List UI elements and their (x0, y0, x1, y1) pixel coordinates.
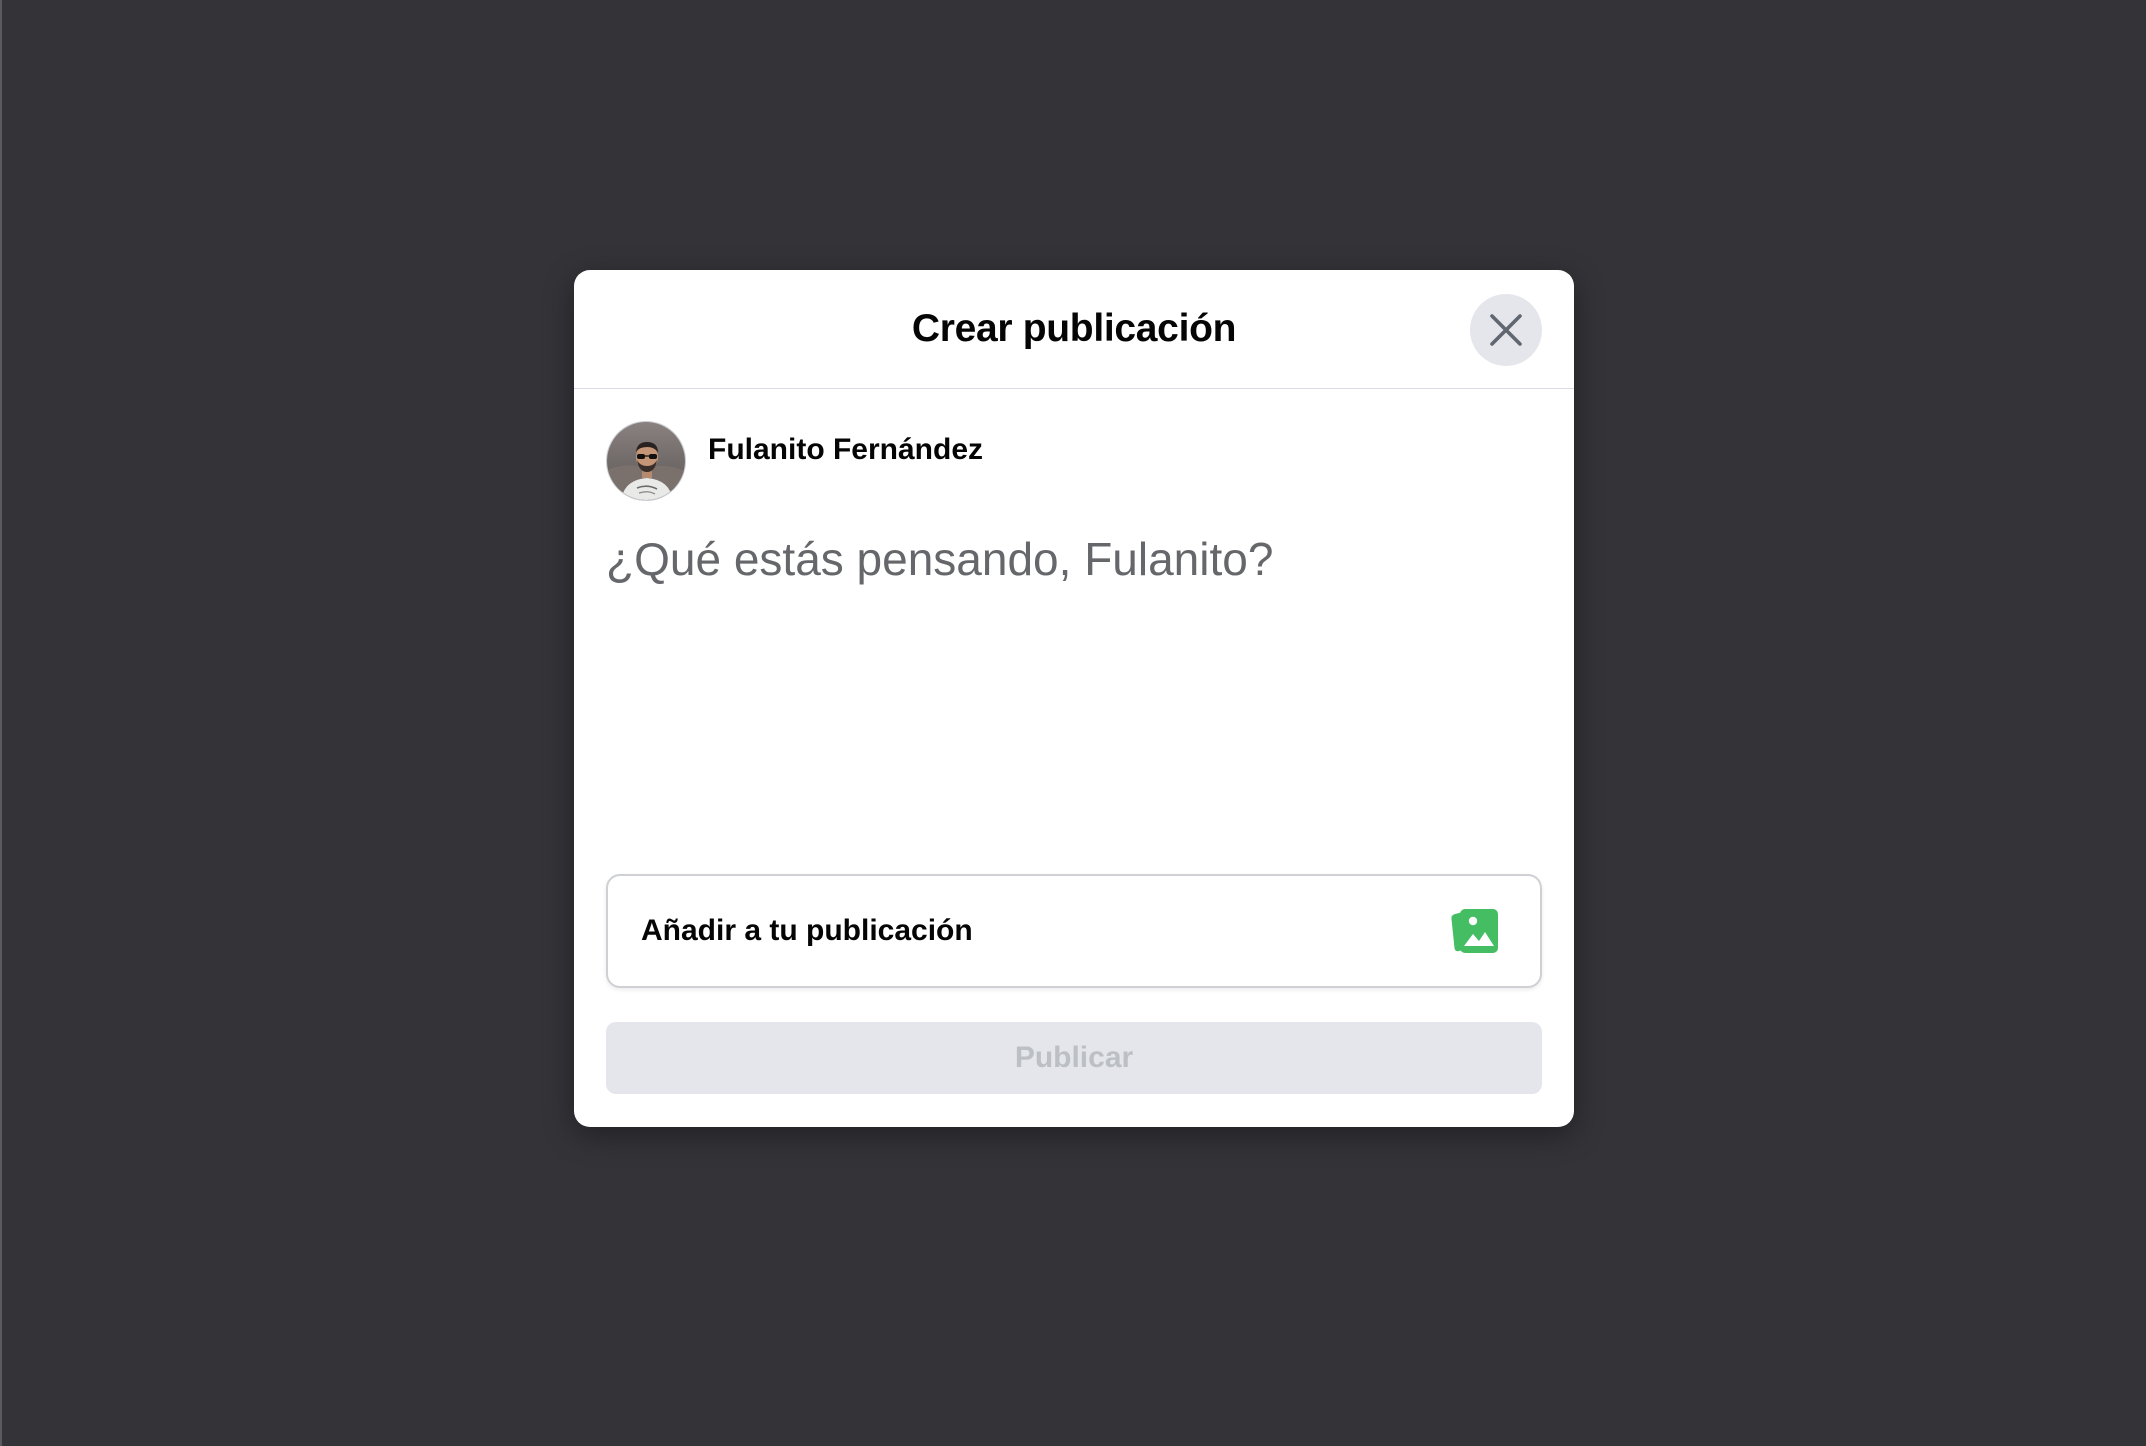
author-name: Fulanito Fernández (708, 433, 984, 466)
photo-video-icon (1451, 909, 1498, 953)
close-button[interactable] (1470, 294, 1542, 366)
avatar (606, 421, 686, 501)
user-avatar-photo (607, 422, 685, 500)
post-text-input[interactable] (606, 532, 1542, 832)
dialog-title: Crear publicación (911, 307, 1237, 350)
add-photo-button[interactable] (1446, 903, 1502, 959)
close-icon (1490, 314, 1522, 346)
window-edge (0, 0, 2, 1446)
add-to-post-label: Añadir a tu publicación (641, 914, 973, 947)
dialog-header: Crear publicación (574, 270, 1574, 389)
author-row: Fulanito Fernández (606, 421, 983, 501)
add-to-post-bar: Añadir a tu publicación (606, 874, 1542, 988)
publish-button[interactable]: Publicar (606, 1022, 1542, 1094)
create-post-dialog: Crear publicación Fulanito Fernández ¿Qu… (574, 270, 1574, 1127)
